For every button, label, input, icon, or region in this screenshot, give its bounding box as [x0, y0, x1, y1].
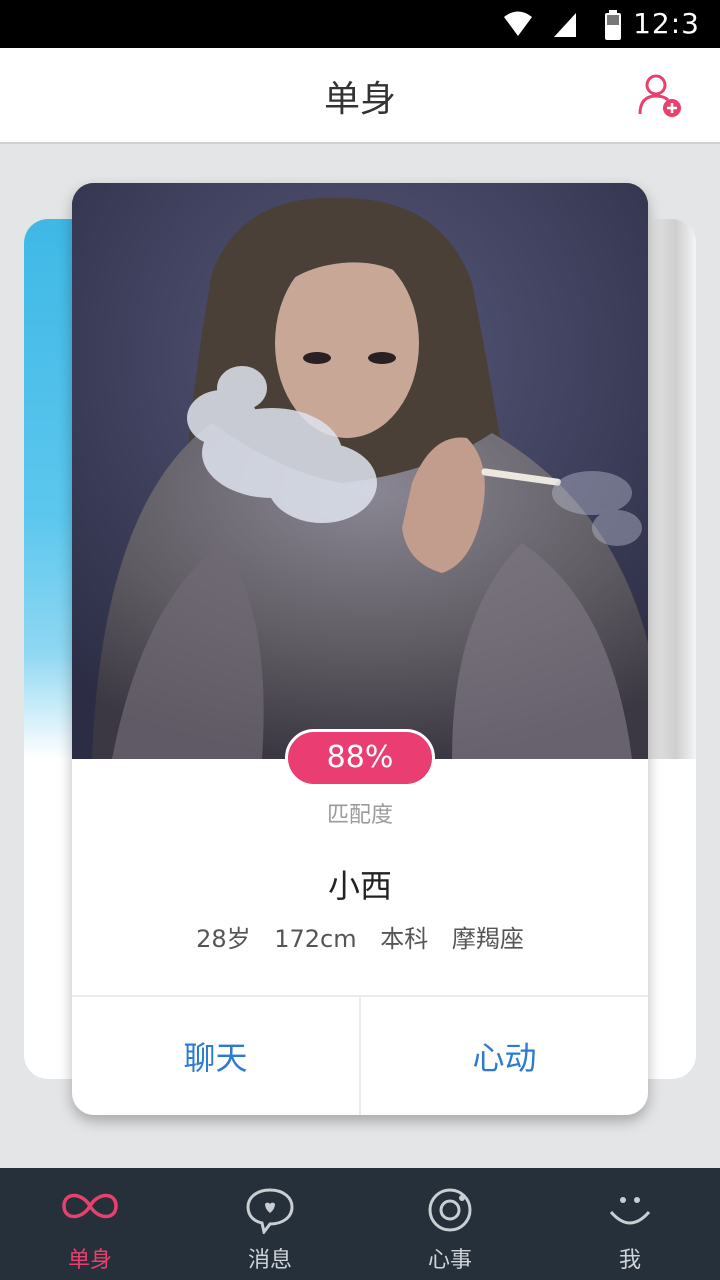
battery-icon [605, 10, 621, 40]
page-title: 单身 [323, 79, 396, 120]
nav-label-thoughts: 心事 [427, 1248, 472, 1273]
nav-item-thoughts[interactable]: 心事 [360, 1168, 540, 1280]
profile-height: 172cm [274, 925, 357, 953]
nav-item-messages[interactable]: 消息 [180, 1168, 360, 1280]
nav-label-messages: 消息 [247, 1248, 292, 1273]
profile-photo-illustration [72, 183, 648, 759]
signal-icon [554, 13, 576, 37]
match-percent-badge: 88% [285, 729, 435, 787]
chat-button[interactable]: 聊天 [72, 997, 359, 1115]
status-time: 12:3 [633, 7, 700, 40]
like-button[interactable]: 心动 [359, 997, 648, 1115]
nav-item-me[interactable]: 我 [540, 1168, 720, 1280]
bottom-nav: 单身 消息 心事 我 [0, 1168, 720, 1280]
profile-education: 本科 [380, 925, 429, 953]
profile-name: 小西 [327, 867, 392, 905]
card-actions: 聊天 心动 [72, 995, 648, 1115]
smiley-icon [609, 1197, 651, 1225]
wifi-icon [504, 11, 532, 36]
match-label: 匹配度 [326, 803, 393, 828]
profile-age: 28岁 [196, 925, 251, 953]
app-header: 单身 [0, 48, 720, 144]
camera-lens-icon [428, 1188, 472, 1232]
add-user-icon[interactable] [636, 72, 684, 120]
profile-photo [72, 183, 648, 759]
profile-zodiac: 摩羯座 [451, 925, 524, 953]
profile-card[interactable]: 88% 匹配度 小西 28岁 172cm 本科 摩羯座 聊天 心动 [72, 183, 648, 1115]
chat-bubble-icon [246, 1188, 294, 1234]
profile-details: 28岁 172cm 本科 摩羯座 [72, 919, 648, 954]
nav-label-single: 单身 [67, 1248, 112, 1273]
nav-label-me: 我 [618, 1248, 641, 1273]
status-bar: 12:3 [0, 0, 720, 48]
infinity-icon [62, 1193, 118, 1219]
nav-item-single[interactable]: 单身 [0, 1168, 180, 1280]
